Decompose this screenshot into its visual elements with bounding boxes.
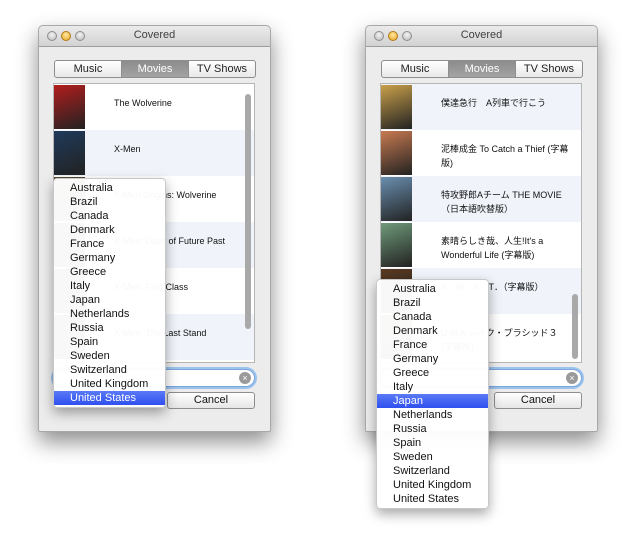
clear-search-icon[interactable]: ×	[239, 372, 251, 384]
cancel-button[interactable]: Cancel	[167, 392, 255, 409]
media-type-segmented-control[interactable]: Music Movies TV Shows	[381, 60, 583, 78]
menu-item-switzerland[interactable]: Switzerland	[54, 363, 165, 377]
list-item[interactable]: 泥棒成金 To Catch a Thief (字幕版)	[381, 130, 581, 176]
menu-item-spain[interactable]: Spain	[377, 436, 488, 450]
tab-tv-shows[interactable]: TV Shows	[516, 61, 582, 77]
menu-item-germany[interactable]: Germany	[54, 251, 165, 265]
menu-item-brazil[interactable]: Brazil	[54, 195, 165, 209]
menu-item-denmark[interactable]: Denmark	[54, 223, 165, 237]
tab-movies[interactable]: Movies	[449, 61, 516, 77]
tab-movies[interactable]: Movies	[122, 61, 189, 77]
menu-item-united-kingdom[interactable]: United Kingdom	[377, 478, 488, 492]
menu-item-united-states[interactable]: United States	[377, 492, 488, 506]
menu-item-russia[interactable]: Russia	[377, 422, 488, 436]
menu-item-canada[interactable]: Canada	[377, 310, 488, 324]
menu-item-japan[interactable]: Japan	[377, 394, 488, 408]
poster-thumbnail	[381, 131, 412, 175]
list-item[interactable]: X-Men	[54, 130, 254, 176]
menu-item-netherlands[interactable]: Netherlands	[377, 408, 488, 422]
clear-search-icon[interactable]: ×	[566, 372, 578, 384]
menu-item-switzerland[interactable]: Switzerland	[377, 464, 488, 478]
window: Covered Music Movies TV Shows The Wolverine X…	[38, 25, 271, 432]
menu-item-italy[interactable]: Italy	[54, 279, 165, 293]
menu-item-greece[interactable]: Greece	[54, 265, 165, 279]
menu-item-united-states[interactable]: United States	[54, 391, 165, 405]
title-bar: Covered	[366, 26, 597, 47]
item-title: 泥棒成金 To Catch a Thief (字幕版)	[441, 144, 569, 168]
menu-item-spain[interactable]: Spain	[54, 335, 165, 349]
menu-item-japan[interactable]: Japan	[54, 293, 165, 307]
title-bar: Covered	[39, 26, 270, 47]
tab-tv-shows[interactable]: TV Shows	[189, 61, 255, 77]
scrollbar-thumb[interactable]	[572, 294, 578, 359]
window: Covered Music Movies TV Shows 僕達急行 A列車で行こう泥棒…	[365, 25, 598, 509]
window-title: Covered	[460, 29, 503, 41]
menu-item-italy[interactable]: Italy	[377, 380, 488, 394]
tab-music[interactable]: Music	[55, 61, 122, 77]
menu-item-netherlands[interactable]: Netherlands	[54, 307, 165, 321]
poster-thumbnail	[381, 177, 412, 221]
menu-item-australia[interactable]: Australia	[377, 282, 488, 296]
poster-thumbnail	[381, 85, 412, 129]
menu-item-sweden[interactable]: Sweden	[54, 349, 165, 363]
menu-item-greece[interactable]: Greece	[377, 366, 488, 380]
poster-thumbnail	[381, 223, 412, 267]
window-title: Covered	[133, 29, 176, 41]
list-item[interactable]: 特攻野郎Aチーム THE MOVIE（日本語吹替版）	[381, 176, 581, 222]
list-item[interactable]: 僕達急行 A列車で行こう	[381, 84, 581, 130]
menu-item-canada[interactable]: Canada	[54, 209, 165, 223]
menu-item-sweden[interactable]: Sweden	[377, 450, 488, 464]
menu-item-france[interactable]: France	[377, 338, 488, 352]
country-popup-menu[interactable]: Australia Brazil Canada Denmark France German…	[376, 279, 489, 509]
list-item[interactable]: The Wolverine	[54, 84, 254, 130]
menu-item-australia[interactable]: Australia	[54, 181, 165, 195]
poster-thumbnail	[54, 85, 85, 129]
tab-music[interactable]: Music	[382, 61, 449, 77]
item-title: X-Men	[114, 144, 141, 154]
item-title: 素晴らしき哉、人生!It's a Wonderful Life (字幕版)	[441, 236, 544, 260]
menu-item-germany[interactable]: Germany	[377, 352, 488, 366]
media-type-segmented-control[interactable]: Music Movies TV Shows	[54, 60, 256, 78]
item-title: 特攻野郎Aチーム THE MOVIE（日本語吹替版）	[441, 190, 562, 214]
menu-item-united-kingdom[interactable]: United Kingdom	[54, 377, 165, 391]
menu-item-brazil[interactable]: Brazil	[377, 296, 488, 310]
menu-item-russia[interactable]: Russia	[54, 321, 165, 335]
menu-item-denmark[interactable]: Denmark	[377, 324, 488, 338]
list-item[interactable]: 素晴らしき哉、人生!It's a Wonderful Life (字幕版)	[381, 222, 581, 268]
menu-item-france[interactable]: France	[54, 237, 165, 251]
cancel-button[interactable]: Cancel	[494, 392, 582, 409]
poster-thumbnail	[54, 131, 85, 175]
item-title: The Wolverine	[114, 98, 172, 108]
scrollbar-thumb[interactable]	[245, 94, 251, 329]
item-title: 僕達急行 A列車で行こう	[441, 98, 547, 108]
country-popup-menu[interactable]: Australia Brazil Canada Denmark France German…	[53, 178, 166, 408]
